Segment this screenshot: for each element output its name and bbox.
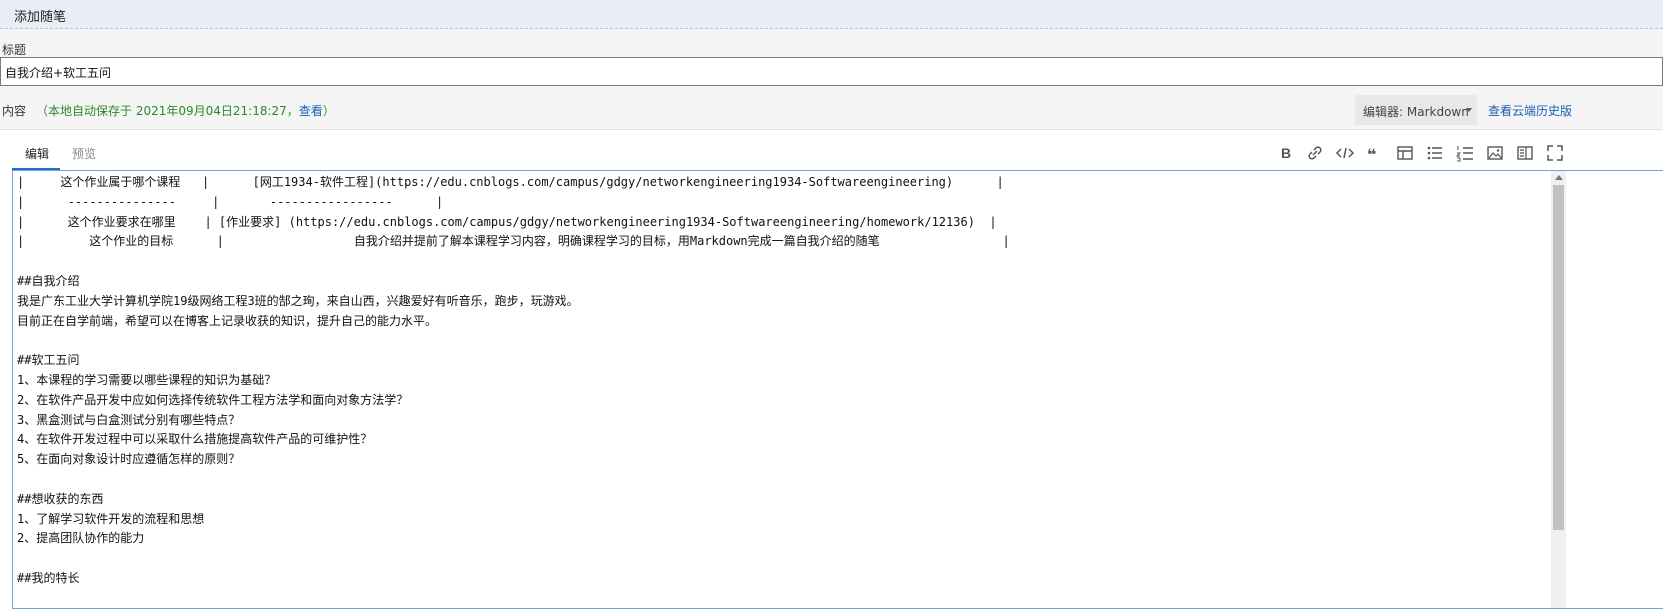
markdown-editor[interactable]: | 这个作业属于哪个课程 | [网工1934-软件工程](https://edu… [12,170,1663,609]
autosave-status: （本地自动保存于 2021年09月04日21:18:27，查看） [36,102,335,119]
editor-line: 1、本课程的学习需要以哪些课程的知识为基础？ [17,372,277,387]
editor-line: 我是广东工业大学计算机学院19级网络工程3班的郜之珣，来自山西，兴趣爱好有听音乐… [17,293,579,308]
editor-text: | 这个作业属于哪个课程 | [网工1934-软件工程](https://edu… [17,173,1547,589]
editor-line: ##软工五问 [17,353,80,368]
editor-line: ##想收获的东西 [17,491,104,506]
bold-icon[interactable]: B [1274,142,1296,164]
unordered-list-icon[interactable] [1424,142,1446,164]
link-icon[interactable] [1304,142,1326,164]
editor-switch-dropdown[interactable]: 编辑器: Markdown [1355,95,1477,125]
editor-line: 目前正在自学前端，希望可以在博客上记录收获的知识，提升自己的能力水平。 [17,313,438,328]
code-icon[interactable] [1334,142,1356,164]
editor-line: 4、在软件开发过程中可以采取什么措施提高软件产品的可维护性？ [17,432,373,447]
fullscreen-icon[interactable] [1544,142,1566,164]
autosave-suffix: ） [322,104,335,118]
table-icon[interactable] [1394,142,1416,164]
caret-down-icon [1466,108,1472,112]
side-by-side-icon[interactable] [1514,142,1536,164]
editor-line: 2、在软件产品开发中应如何选择传统软件工程方法学和面向对象方法学？ [17,392,409,407]
editor-scrollbar[interactable] [1551,171,1566,608]
title-label: 标题 [2,43,27,57]
editor-line: | 这个作业要求在哪里 | [作业要求] (https://edu.cnblog… [17,214,997,229]
title-input[interactable]: 自我介绍+软工五问 [0,57,1663,86]
editor-line: ##自我介绍 [17,273,80,288]
editor-line: 1、了解学习软件开发的流程和思想 [17,511,205,526]
editor-panel: 编辑 预览 B ❝ | 这个作业属于哪个课程 | [网工1934-软件工程](h… [0,129,1663,609]
ordered-list-icon[interactable] [1454,142,1476,164]
scroll-up-icon[interactable] [1555,175,1563,180]
page-title: 添加随笔 [14,10,67,25]
editor-line: 3、黑盒测试与白盒测试分别有哪些特点？ [17,412,241,427]
scrollbar-thumb[interactable] [1553,185,1564,530]
editor-line: 2、提高团队协作的能力 [17,531,145,546]
editor-line: 5、在面向对象设计时应遵循怎样的原则？ [17,452,241,467]
image-icon[interactable] [1484,142,1506,164]
svg-text:❝: ❝ [1367,145,1376,164]
editor-line: | 这个作业属于哪个课程 | [网工1934-软件工程](https://edu… [17,175,1004,189]
editor-line: | --------------- | ----------------- | [17,194,444,209]
autosave-text: （本地自动保存于 2021年09月04日21:18:27， [36,104,299,118]
content-label: 内容 [2,104,27,118]
cloud-history-link[interactable]: 查看云端历史版 [1488,102,1572,119]
autosave-view-link[interactable]: 查看 [299,104,323,118]
tab-edit[interactable]: 编辑 [25,145,49,162]
tab-preview[interactable]: 预览 [72,145,96,162]
svg-text:B: B [1281,145,1291,161]
editor-line: ##我的特长 [17,570,80,585]
editor-switch-label: 编辑器: Markdown [1363,105,1469,119]
header-bar: 添加随笔 [0,0,1663,29]
editor-line: | 这个作业的目标 | 自我介绍并提前了解本课程学习内容，明确课程学习的目标，用… [17,234,1010,249]
quote-icon[interactable]: ❝ [1364,142,1386,164]
